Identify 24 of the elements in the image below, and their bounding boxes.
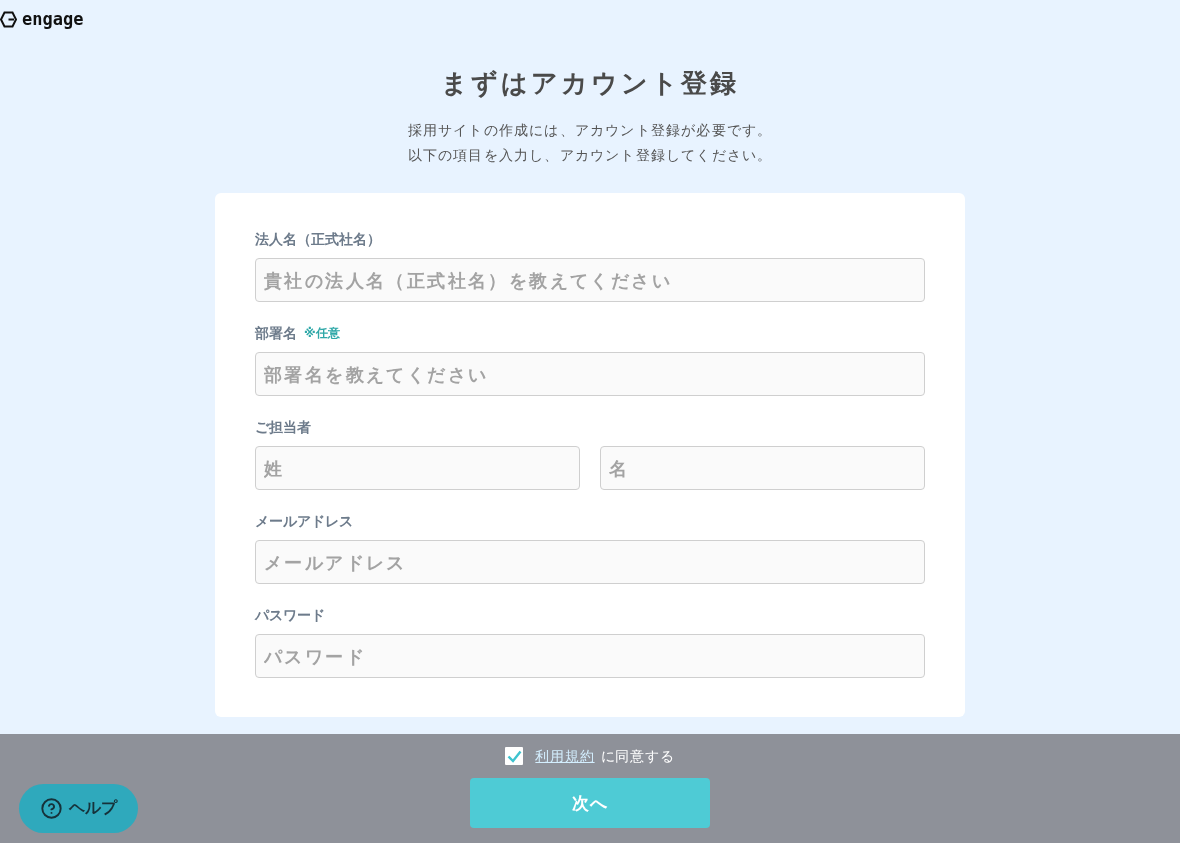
check-icon — [506, 749, 522, 763]
text-field[interactable]: パスワード — [255, 634, 925, 678]
logo-text: engage — [22, 10, 84, 28]
text-field[interactable]: 姓 — [255, 446, 580, 490]
page-heading: まずはアカウント登録 — [441, 67, 739, 100]
text-field[interactable]: 部署名を教えてください — [255, 352, 925, 396]
next-button[interactable]: 次へ — [470, 778, 710, 828]
field-label: 法人名（正式社名） — [255, 230, 381, 249]
field-label: ご担当者 — [255, 418, 311, 437]
field-label: 部署名 — [255, 324, 297, 343]
intro-text: 採用サイトの作成には、アカウント登録が必要です。 — [407, 121, 773, 140]
checkbox[interactable] — [505, 747, 524, 765]
text-field[interactable]: 貴社の法人名（正式社名）を教えてください — [255, 258, 925, 302]
help-icon — [40, 798, 62, 819]
intro-text: 以下の項目を入力し、アカウント登録してください。 — [407, 146, 773, 165]
terms-link[interactable]: 利用規約 — [535, 748, 595, 764]
text-field[interactable]: 名 — [600, 446, 925, 490]
field-label: パスワード — [255, 606, 325, 625]
help-button[interactable]: ヘルプ — [19, 784, 138, 833]
agreement-text: 利用規約 に同意する — [535, 747, 675, 765]
text-field[interactable]: メールアドレス — [255, 540, 925, 584]
hexagon-logo-icon — [0, 10, 17, 28]
optional-note: ※任意 — [304, 325, 340, 342]
field-label: メールアドレス — [255, 512, 353, 531]
